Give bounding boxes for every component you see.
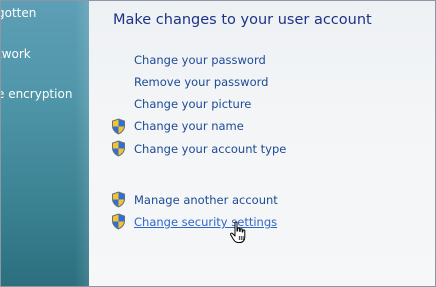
change-password-link[interactable]: Change your password [134, 53, 266, 67]
uac-shield-icon [112, 140, 125, 157]
main-content: Make changes to your user account Change… [89, 1, 435, 286]
control-panel-window: gotten twork e encryption Make changes t… [0, 0, 436, 287]
uac-shield-icon [112, 118, 125, 135]
sidebar-link-network[interactable]: twork [1, 47, 31, 61]
task-sidebar: gotten twork e encryption [1, 1, 89, 286]
page-title: Make changes to your user account [113, 12, 372, 28]
uac-shield-icon [112, 213, 125, 230]
change-security-settings-link[interactable]: Change security settings [134, 215, 277, 229]
sidebar-link-forgotten[interactable]: gotten [1, 6, 36, 20]
uac-shield-icon [112, 191, 125, 208]
hand-pointer-cursor-icon [229, 221, 246, 243]
change-picture-link[interactable]: Change your picture [134, 97, 251, 111]
change-account-type-link[interactable]: Change your account type [134, 142, 286, 156]
change-name-link[interactable]: Change your name [134, 119, 244, 133]
remove-password-link[interactable]: Remove your password [134, 75, 268, 89]
sidebar-link-encryption[interactable]: e encryption [1, 87, 72, 101]
manage-another-account-link[interactable]: Manage another account [134, 193, 278, 207]
